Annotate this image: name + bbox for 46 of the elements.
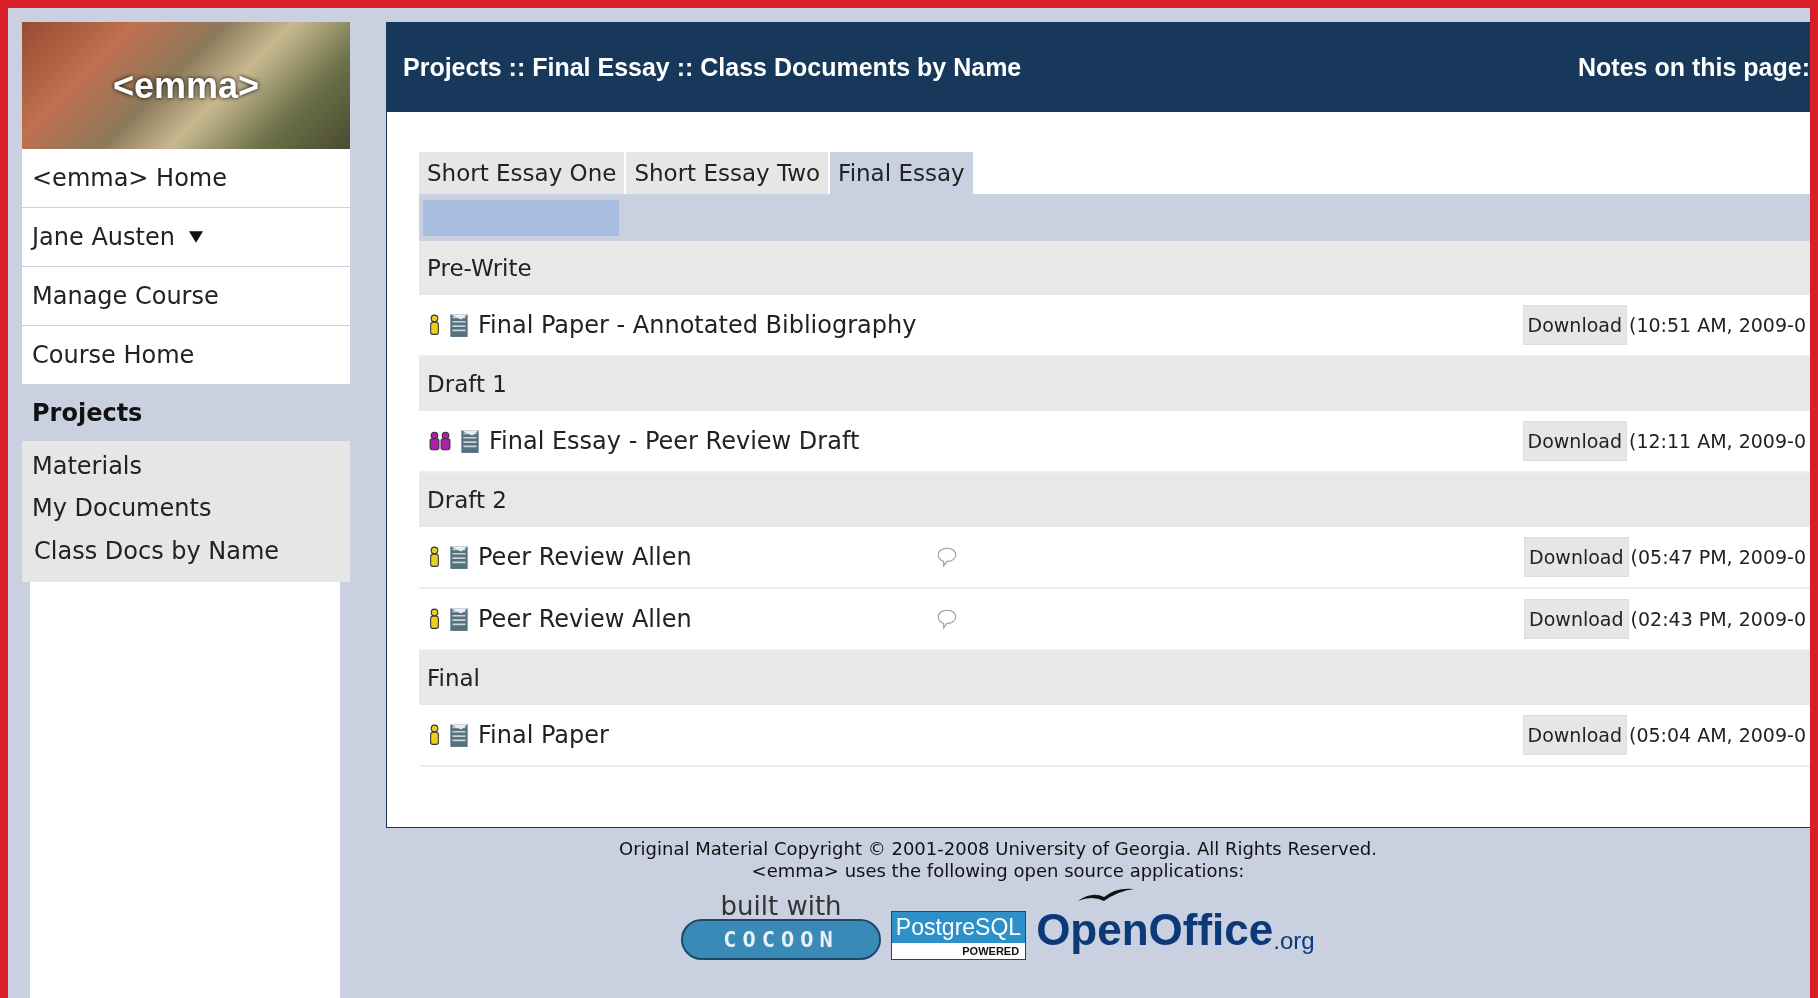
document-link[interactable]: Final Essay - Peer Review Draft	[489, 427, 860, 455]
postgresql-logo[interactable]: PostgreSQL POWERED	[890, 910, 1027, 960]
section-heading: Draft 1	[419, 357, 1810, 411]
document-link[interactable]: Peer Review Allen	[478, 543, 692, 571]
tab[interactable]: Final Essay	[830, 152, 973, 194]
tab[interactable]: Short Essay Two	[626, 152, 829, 194]
copyright-text: Original Material Copyright © 2001-2008 University of Georgia. All Rights Reserved.	[619, 838, 1377, 860]
timestamp: (10:51 AM, 2009-0	[1628, 314, 1807, 336]
section-heading: Pre-Write	[419, 241, 1810, 295]
document-icon	[448, 722, 470, 748]
document-icon	[448, 544, 470, 570]
logo-text: <emma>	[112, 64, 260, 107]
sidebar-item[interactable]: <emma> Home	[22, 149, 350, 208]
sidebar-item[interactable]: Manage Course	[22, 267, 350, 326]
dropdown-icon	[188, 230, 203, 244]
built-with-caption: built with	[720, 892, 842, 919]
timestamp: (05:04 AM, 2009-0	[1628, 724, 1807, 746]
download-button[interactable]: Download	[1524, 599, 1629, 639]
document-icon	[448, 606, 470, 632]
footer-text: <emma> uses the following open source applications:	[751, 859, 1245, 882]
notes-link[interactable]: Notes on this page:	[1578, 52, 1810, 82]
timestamp: (05:47 PM, 2009-0	[1629, 546, 1807, 568]
sidebar-section-heading: Projects	[31, 397, 144, 429]
sidebar-item[interactable]: Jane Austen	[22, 208, 350, 267]
document-link[interactable]: Peer Review Allen	[478, 605, 692, 633]
tab[interactable]: Short Essay One	[419, 152, 625, 194]
section-heading: Final	[419, 651, 1810, 705]
document-link[interactable]: Final Paper - Annotated Bibliography	[478, 311, 917, 339]
download-button[interactable]: Download	[1522, 715, 1627, 755]
download-button[interactable]: Download	[1524, 537, 1629, 577]
download-button[interactable]: Download	[1522, 421, 1627, 461]
document-icon	[459, 428, 481, 454]
sidebar-item[interactable]: Course Home	[22, 326, 350, 384]
speech-bubble-icon[interactable]	[936, 608, 958, 630]
submenu-item[interactable]: Materials	[22, 445, 350, 488]
timestamp: (02:43 PM, 2009-0	[1629, 608, 1807, 630]
document-link[interactable]: Final Paper	[478, 721, 609, 749]
breadcrumb-title: Projects :: Final Essay :: Class Documents by Name	[403, 52, 1022, 82]
submenu-item[interactable]: My Documents	[22, 487, 350, 530]
submenu-item[interactable]: Class Docs by Name	[22, 529, 350, 573]
speech-bubble-icon[interactable]	[936, 546, 958, 568]
section-heading: Draft 2	[419, 473, 1810, 527]
openoffice-logo[interactable]: OpenOffice.org	[1036, 885, 1315, 960]
timestamp: (12:11 AM, 2009-0	[1628, 430, 1807, 452]
document-icon	[448, 312, 470, 338]
download-button[interactable]: Download	[1522, 305, 1627, 345]
